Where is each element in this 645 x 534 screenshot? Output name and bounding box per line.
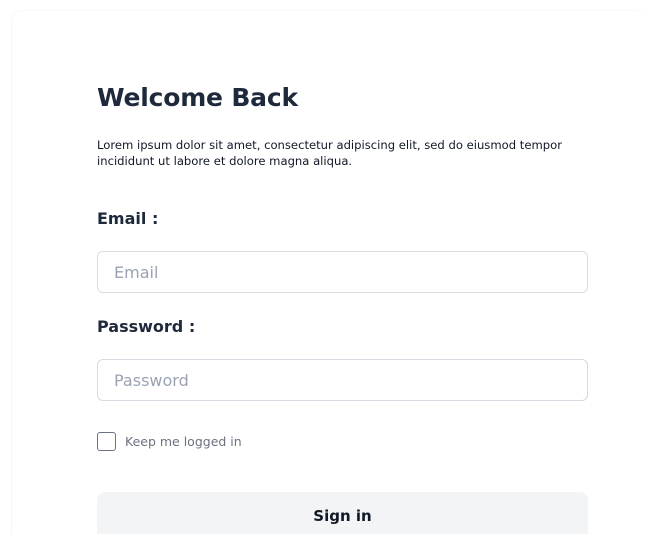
password-field[interactable] bbox=[97, 359, 588, 401]
keep-logged-in-option[interactable]: Keep me logged in bbox=[97, 432, 242, 451]
login-card: Welcome Back Lorem ipsum dolor sit amet,… bbox=[12, 11, 645, 534]
password-label: Password : bbox=[97, 317, 196, 336]
email-label: Email : bbox=[97, 209, 159, 228]
page-description: Lorem ipsum dolor sit amet, consectetur … bbox=[97, 138, 562, 168]
page-title: Welcome Back bbox=[97, 83, 298, 112]
sign-in-button[interactable]: Sign in bbox=[97, 492, 588, 534]
email-field[interactable] bbox=[97, 251, 588, 293]
keep-logged-in-label: Keep me logged in bbox=[125, 434, 242, 449]
keep-logged-in-checkbox[interactable] bbox=[97, 432, 116, 451]
